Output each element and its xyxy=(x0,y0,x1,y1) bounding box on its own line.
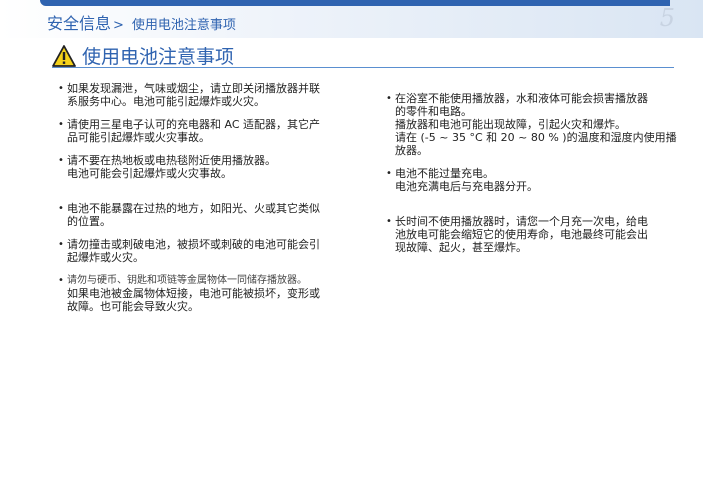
page-number: 5 xyxy=(659,4,675,32)
list-item-line: 请在 (-5 ~ 35 °C 和 20 ~ 80 % )的温度和湿度内使用播 xyxy=(395,131,677,144)
list-item-line: 在浴室不能使用播放器，水和液体可能会损害播放器 xyxy=(395,92,648,105)
page-title: 使用电池注意事项 xyxy=(52,42,234,69)
list-item-line: 放器。 xyxy=(395,144,428,157)
list-item-line: 起爆炸或火灾。 xyxy=(67,251,144,264)
list-item-line: 电池不能过量充电。 xyxy=(395,167,494,180)
breadcrumb-separator: > xyxy=(113,18,124,33)
list-item-line: 请不要在热地板或电热毯附近使用播放器。 xyxy=(67,154,276,167)
left-column: 如果发现漏泄，气味或烟尘，请立即关闭播放器并联 系服务中心。电池可能引起爆炸或火… xyxy=(58,82,341,313)
list-item-line: 电池可能会引起爆炸或火灾事故。 xyxy=(67,167,232,180)
list-item-line: 系服务中心。电池可能引起爆炸或火灾。 xyxy=(67,95,265,108)
header-band xyxy=(40,0,670,6)
list-item-line: 播放器和电池可能出现故障，引起火灾和爆炸。 xyxy=(395,118,626,131)
list-item: 请勿撞击或刺破电池，被损坏或刺破的电池可能会引 起爆炸或火灾。 xyxy=(58,238,341,264)
list-item: 电池不能暴露在过热的地方，如阳光、火或其它类似 的位置。 xyxy=(58,202,341,228)
list-item: 请使用三星电子认可的充电器和 AC 适配器，其它产 品可能引起爆炸或火灾事故。 xyxy=(58,118,341,144)
warning-icon xyxy=(52,44,76,67)
list-item: 在浴室不能使用播放器，水和液体可能会损害播放器 的零件和电路。 播放器和电池可能… xyxy=(386,92,677,157)
list-item: 如果发现漏泄，气味或烟尘，请立即关闭播放器并联 系服务中心。电池可能引起爆炸或火… xyxy=(58,82,341,108)
breadcrumb: 安全信息 > 使用电池注意事项 xyxy=(47,10,236,34)
right-column: 在浴室不能使用播放器，水和液体可能会损害播放器 的零件和电路。 播放器和电池可能… xyxy=(386,92,677,254)
list-item-line: 请使用三星电子认可的充电器和 AC 适配器，其它产 xyxy=(67,118,321,131)
list-item-line: 请勿与硬币、钥匙和项链等金属物体一同储存播放器。 xyxy=(67,275,307,286)
page-title-text: 使用电池注意事项 xyxy=(82,46,235,68)
list-item: 请不要在热地板或电热毯附近使用播放器。 电池可能会引起爆炸或火灾事故。 xyxy=(58,154,341,180)
list-item: 请勿与硬币、钥匙和项链等金属物体一同储存播放器。 如果电池被金属物体短接，电池可… xyxy=(58,274,341,313)
list-item: 电池不能过量充电。 电池充满电后与充电器分开。 xyxy=(386,167,669,193)
list-item-line: 如果电池被金属物体短接，电池可能被损坏，变形或 xyxy=(67,287,320,300)
list-item-line: 的零件和电路。 xyxy=(395,105,472,118)
breadcrumb-section: 安全信息 xyxy=(47,14,112,33)
list-item-line: 故障。也可能会导致火灾。 xyxy=(67,300,199,313)
list-item-line: 现故障、起火，甚至爆炸。 xyxy=(395,241,527,254)
title-divider xyxy=(52,67,674,68)
list-item-line: 电池充满电后与充电器分开。 xyxy=(395,180,538,193)
list-item: 长时间不使用播放器时，请您一个月充一次电，给电 池放电可能会缩短它的使用寿命，电… xyxy=(386,215,669,254)
list-item-line: 的位置。 xyxy=(67,215,111,228)
list-item-line: 电池不能暴露在过热的地方，如阳光、火或其它类似 xyxy=(67,202,320,215)
list-item-line: 长时间不使用播放器时，请您一个月充一次电，给电 xyxy=(395,215,648,228)
list-item-line: 池放电可能会缩短它的使用寿命，电池最终可能会出 xyxy=(395,228,648,241)
list-item-line: 请勿撞击或刺破电池，被损坏或刺破的电池可能会引 xyxy=(67,238,320,251)
breadcrumb-subsection: 使用电池注意事项 xyxy=(131,18,236,33)
list-item-line: 品可能引起爆炸或火灾事故。 xyxy=(67,131,210,144)
list-item-line: 如果发现漏泄，气味或烟尘，请立即关闭播放器并联 xyxy=(67,82,320,95)
